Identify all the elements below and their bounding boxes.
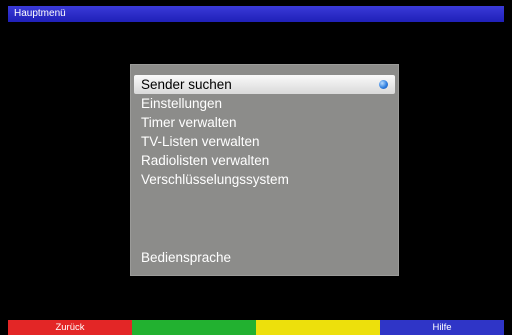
main-menu-panel: Sender suchen Einstellungen Timer verwal… [130, 64, 399, 276]
yellow-key-button[interactable] [256, 320, 380, 335]
menu-item-sender-suchen[interactable]: Sender suchen [134, 75, 395, 94]
menu-item-label: Sender suchen [141, 77, 232, 92]
blue-dot-icon [379, 80, 388, 89]
blue-key-help-button[interactable]: Hilfe [380, 320, 504, 335]
menu-title: Hauptmenü [14, 8, 66, 19]
menu-item-bediensprache[interactable]: Bediensprache [141, 250, 231, 265]
title-bar: Hauptmenü [8, 6, 504, 22]
green-key-button[interactable] [132, 320, 256, 335]
menu-item-verschluesselungssystem[interactable]: Verschlüsselungssystem [130, 170, 399, 189]
color-key-bar: Zurück Hilfe [8, 320, 504, 335]
menu-item-label: Einstellungen [141, 96, 223, 111]
menu-item-tv-listen-verwalten[interactable]: TV-Listen verwalten [130, 132, 399, 151]
tv-screen: Hauptmenü Sender suchen Einstellungen Ti… [0, 0, 512, 335]
main-menu-list: Sender suchen Einstellungen Timer verwal… [130, 75, 399, 189]
red-key-back-button[interactable]: Zurück [8, 320, 132, 335]
menu-item-label: TV-Listen verwalten [141, 134, 260, 149]
menu-item-radiolisten-verwalten[interactable]: Radiolisten verwalten [130, 151, 399, 170]
menu-item-label: Radiolisten verwalten [141, 153, 270, 168]
menu-item-label: Verschlüsselungssystem [141, 172, 289, 187]
menu-item-timer-verwalten[interactable]: Timer verwalten [130, 113, 399, 132]
menu-item-label: Timer verwalten [141, 115, 237, 130]
menu-item-einstellungen[interactable]: Einstellungen [130, 94, 399, 113]
